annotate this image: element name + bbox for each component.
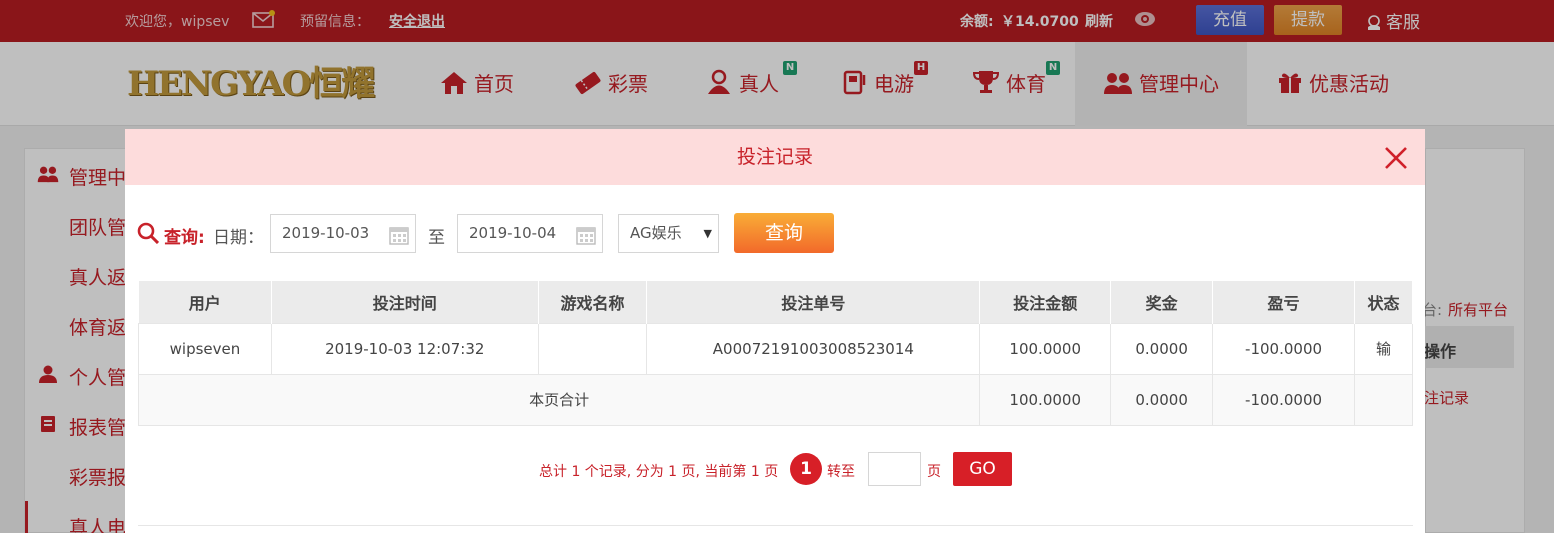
summary-profit: -100.0000 bbox=[1212, 373, 1355, 426]
calendar-icon[interactable] bbox=[576, 225, 596, 245]
column-header-bet-time: 投注时间 bbox=[271, 281, 539, 323]
column-header-game-name: 游戏名称 bbox=[538, 281, 648, 323]
date-label: 日期： bbox=[213, 228, 264, 248]
cell-status: 输 bbox=[1354, 322, 1413, 375]
cell-bonus: 0.0000 bbox=[1110, 322, 1214, 375]
summary-row: 本页合计 100.0000 0.0000 -100.0000 bbox=[137, 373, 1413, 426]
dropdown-arrow-icon: ▼ bbox=[703, 227, 712, 240]
summary-status bbox=[1354, 373, 1413, 426]
page-unit-label: 页 bbox=[927, 464, 941, 480]
bet-record-modal: 投注记录 查询: 日期： 2019-10-03 至 2019-10-04 AG娱… bbox=[125, 129, 1425, 533]
table-header-row: 用户 投注时间 游戏名称 投注单号 投注金额 奖金 盈亏 状态 bbox=[138, 281, 1413, 323]
summary-bonus: 0.0000 bbox=[1110, 373, 1214, 426]
column-header-bonus: 奖金 bbox=[1110, 281, 1214, 323]
bet-record-table: 用户 投注时间 游戏名称 投注单号 投注金额 奖金 盈亏 状态 wipseven… bbox=[137, 281, 1413, 426]
column-header-status: 状态 bbox=[1354, 281, 1413, 323]
start-date-value: 2019-10-03 bbox=[282, 224, 370, 242]
query-button[interactable]: 查询 bbox=[734, 213, 834, 253]
to-label: 至 bbox=[428, 228, 445, 248]
end-date-input[interactable]: 2019-10-04 bbox=[457, 214, 603, 253]
calendar-icon[interactable] bbox=[389, 225, 409, 245]
page-number-input[interactable] bbox=[868, 452, 921, 486]
pagination: 总计 1 个记录, 分为 1 页, 当前第 1 页 1 转至 页 GO bbox=[125, 451, 1425, 487]
start-date-input[interactable]: 2019-10-03 bbox=[270, 214, 416, 253]
platform-select-value: AG娱乐 bbox=[630, 224, 682, 242]
cell-bet-time: 2019-10-03 12:07:32 bbox=[270, 322, 539, 375]
column-header-profit: 盈亏 bbox=[1212, 281, 1355, 323]
modal-title: 投注记录 bbox=[736, 146, 813, 168]
go-button[interactable]: GO bbox=[953, 452, 1012, 486]
summary-amount: 100.0000 bbox=[979, 373, 1112, 426]
pagination-info: 总计 1 个记录, 分为 1 页, 当前第 1 页 bbox=[539, 464, 779, 480]
page-button-current[interactable]: 1 bbox=[790, 453, 822, 485]
column-header-bet-amount: 投注金额 bbox=[979, 281, 1112, 323]
filter-bar: 查询: 日期： 2019-10-03 至 2019-10-04 AG娱乐 ▼ 查… bbox=[125, 213, 1425, 253]
query-label: 查询: bbox=[164, 228, 205, 248]
close-icon[interactable] bbox=[1383, 145, 1409, 171]
summary-label: 本页合计 bbox=[137, 373, 981, 426]
divider bbox=[138, 525, 1413, 526]
column-header-order-no: 投注单号 bbox=[646, 281, 981, 323]
goto-label: 转至 bbox=[827, 464, 855, 480]
platform-select[interactable]: AG娱乐 ▼ bbox=[618, 214, 719, 253]
table-row: wipseven 2019-10-03 12:07:32 A0007219100… bbox=[138, 322, 1413, 375]
cell-profit: -100.0000 bbox=[1212, 322, 1355, 375]
cell-order-no: A00072191003008523014 bbox=[646, 322, 981, 375]
cell-bet-amount: 100.0000 bbox=[979, 322, 1112, 375]
cell-game-name bbox=[537, 322, 648, 375]
search-icon bbox=[137, 222, 159, 244]
end-date-value: 2019-10-04 bbox=[469, 224, 557, 242]
cell-user: wipseven bbox=[138, 322, 272, 375]
column-header-user: 用户 bbox=[138, 281, 272, 323]
